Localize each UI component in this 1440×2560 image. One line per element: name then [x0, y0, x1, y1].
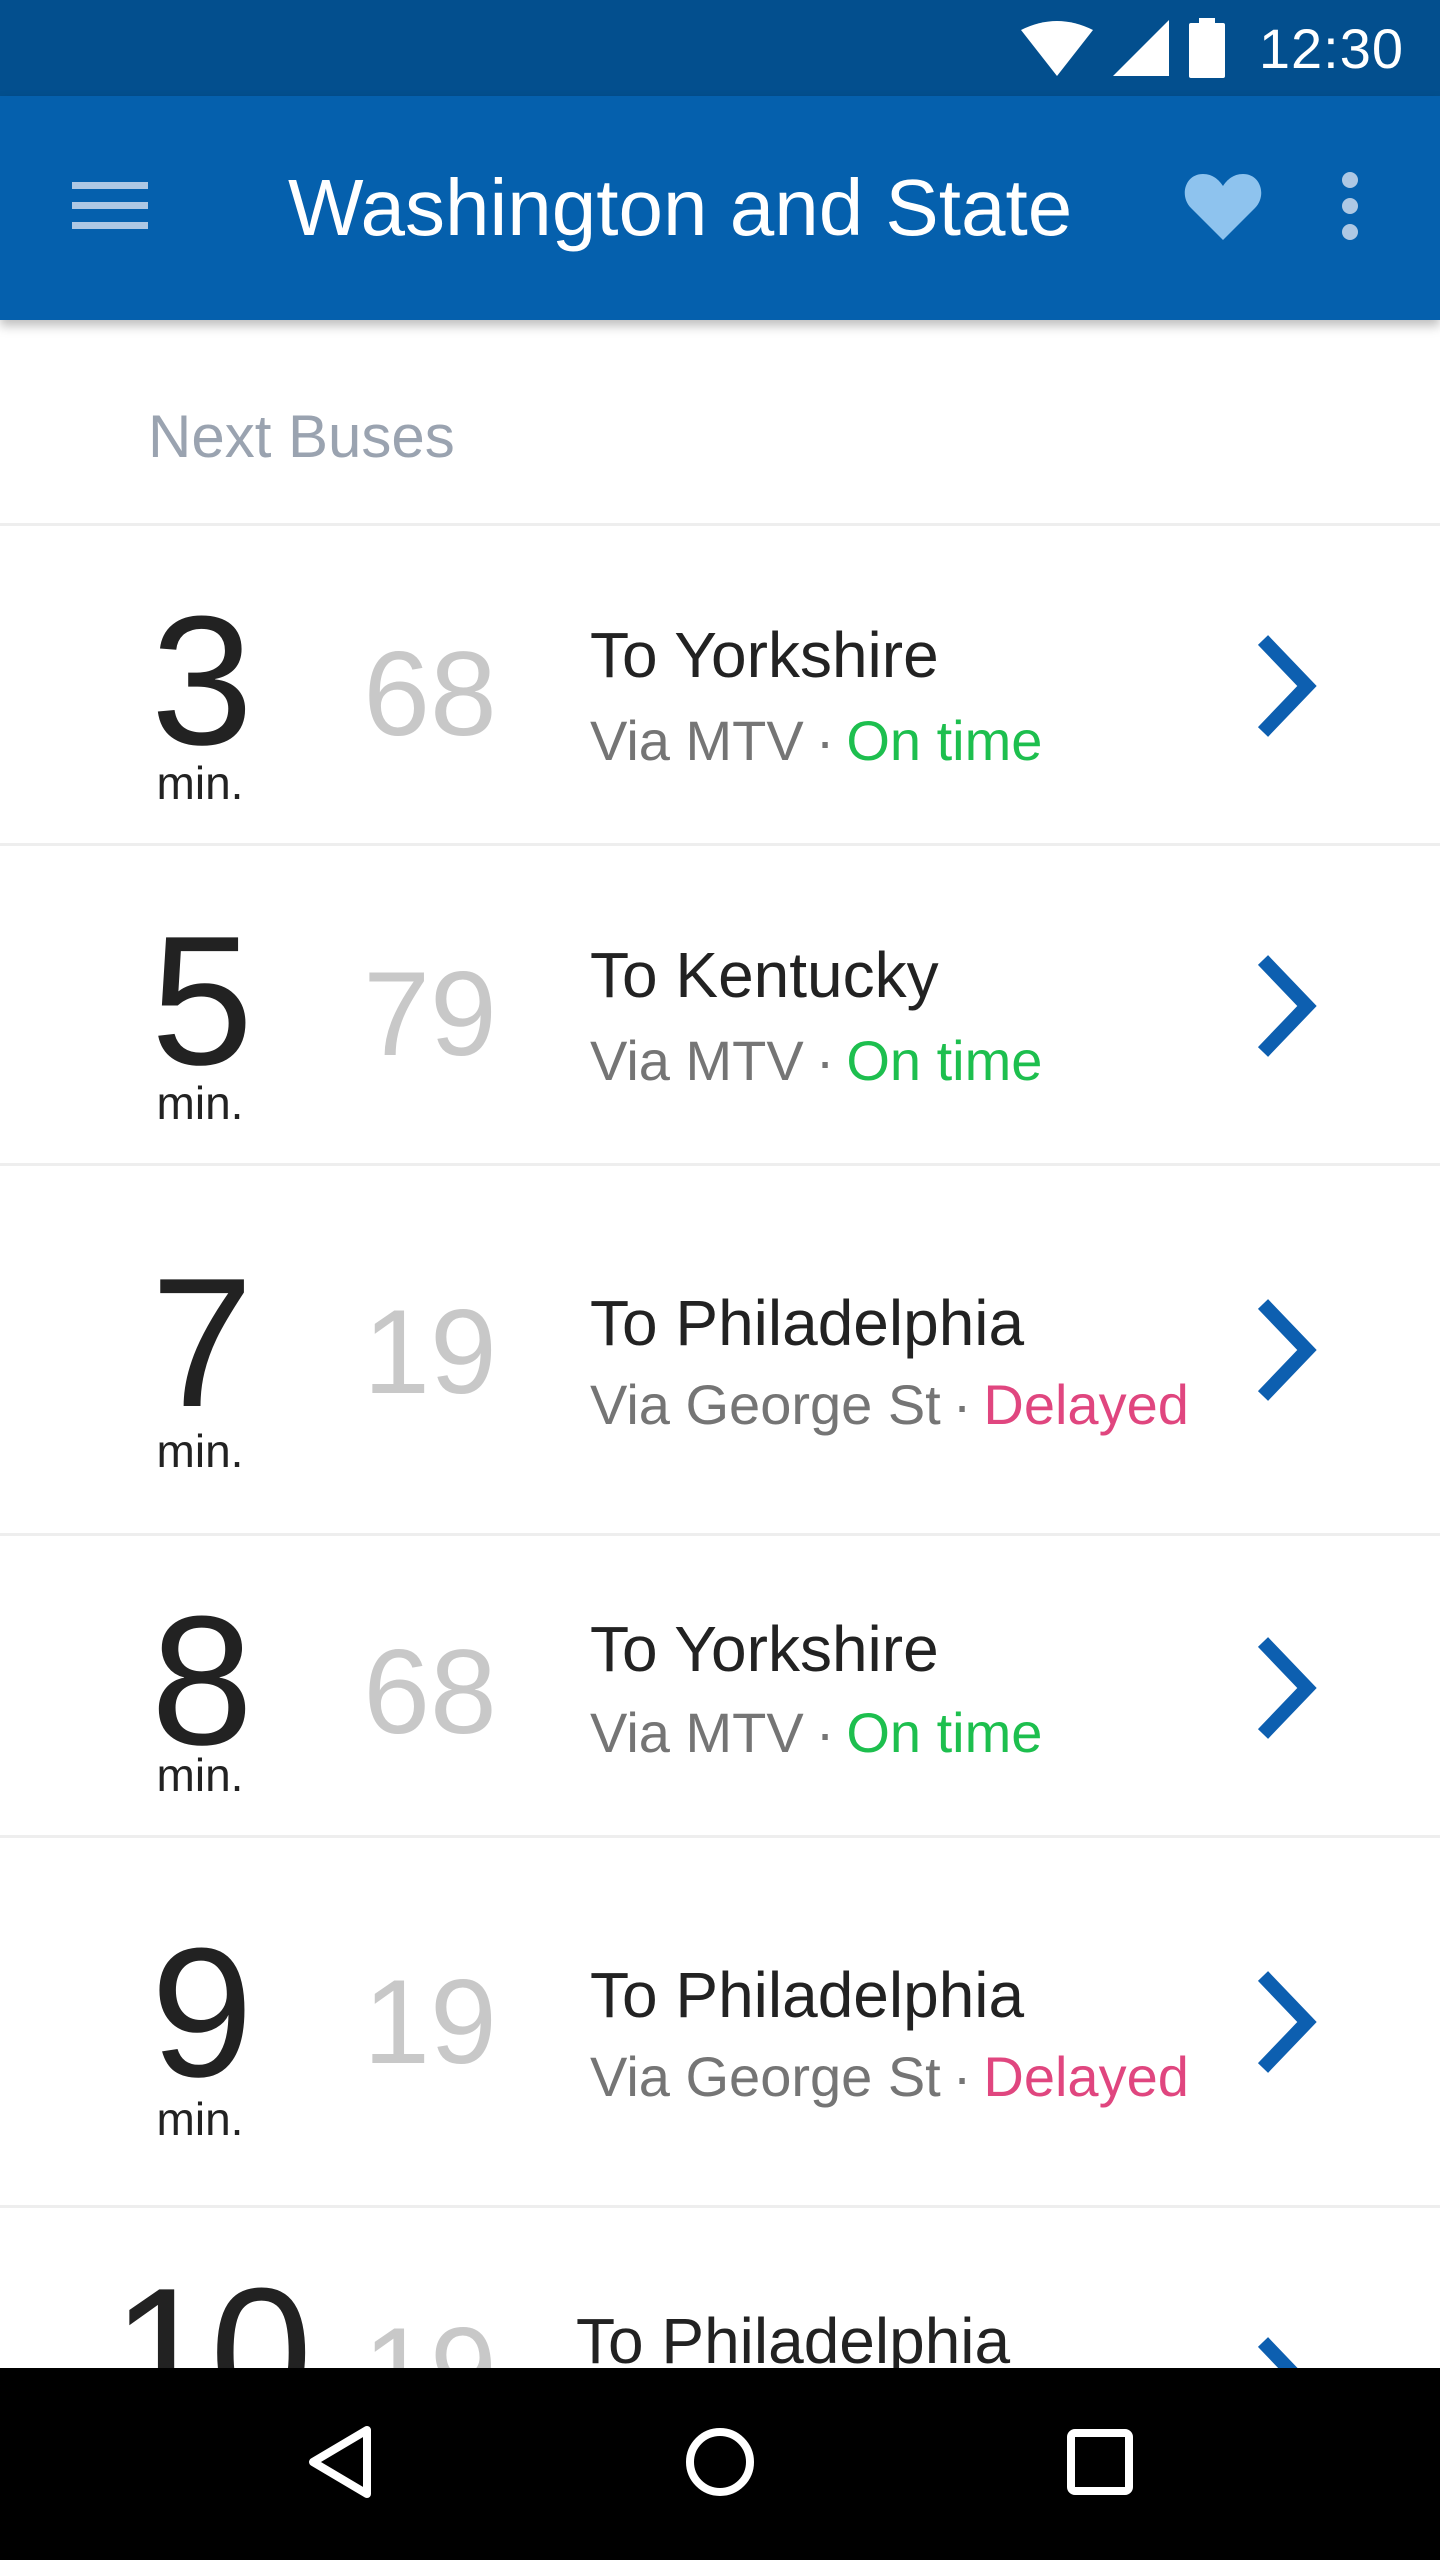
status-label: Delayed	[983, 1373, 1189, 1436]
separator-dot: ·	[815, 709, 835, 772]
route-info: Via MTV · On time	[590, 1028, 1042, 1093]
signal-icon	[1112, 20, 1169, 76]
minutes-unit: min.	[156, 2093, 244, 2145]
back-icon	[305, 2424, 375, 2505]
chevron-right-icon[interactable]	[1240, 626, 1330, 746]
destination: To Philadelphia	[590, 1959, 1025, 2031]
route-info: Via George St · Delayed	[590, 2044, 1189, 2109]
menu-button[interactable]	[60, 158, 160, 258]
route-number: 19	[363, 1285, 497, 1419]
minutes-unit: min.	[156, 757, 244, 809]
via-text: Via George St	[590, 1373, 941, 1436]
bus-row[interactable]: 8 min. 68 To Yorkshire Via MTV · On time	[0, 1536, 1440, 1838]
home-button[interactable]	[660, 2404, 780, 2524]
route-info: Via George St · Delayed	[590, 1372, 1189, 1437]
destination: To Yorkshire	[590, 619, 939, 691]
page-title: Washington and State	[288, 163, 1073, 252]
minutes-unit: min.	[156, 1749, 244, 1801]
arrival-minutes: 3	[150, 577, 253, 783]
separator-dot: ·	[815, 1029, 835, 1092]
route-number: 79	[363, 947, 497, 1081]
separator-dot: ·	[815, 1701, 835, 1764]
bus-arrivals-screen: 12:30 Washington and State Next Buses 3 …	[0, 0, 1440, 2560]
app-bar: Washington and State	[0, 96, 1440, 320]
recents-button[interactable]	[1040, 2404, 1160, 2524]
bus-row[interactable]: 7 min. 19 To Philadelphia Via George St ·…	[0, 1166, 1440, 1536]
destination: To Philadelphia	[576, 2305, 1011, 2377]
status-time: 12:30	[1258, 16, 1404, 80]
home-icon	[684, 2426, 756, 2503]
bus-row[interactable]: 3 min. 68 To Yorkshire Via MTV · On time	[0, 526, 1440, 846]
destination: To Philadelphia	[590, 1287, 1025, 1359]
status-label: Delayed	[983, 2045, 1189, 2108]
route-number: 68	[363, 627, 497, 761]
separator-dot: ·	[952, 2045, 972, 2108]
status-label: On time	[846, 1029, 1043, 1092]
bus-row[interactable]: 5 min. 79 To Kentucky Via MTV · On time	[0, 846, 1440, 1166]
more-vert-icon	[1340, 171, 1360, 245]
arrival-minutes: 7	[150, 1239, 253, 1445]
route-info: Via MTV · On time	[590, 1700, 1042, 1765]
chevron-right-icon[interactable]	[1240, 1290, 1330, 1410]
route-info: Via MTV · On time	[590, 708, 1042, 773]
favorite-button[interactable]	[1168, 158, 1278, 258]
destination: To Kentucky	[590, 939, 939, 1011]
bus-row[interactable]: 9 min. 19 To Philadelphia Via George St ·…	[0, 1838, 1440, 2208]
recents-icon	[1066, 2428, 1134, 2501]
status-label: On time	[846, 1701, 1043, 1764]
battery-icon	[1188, 18, 1225, 78]
minutes-unit: min.	[156, 1077, 244, 1129]
via-text: Via MTV	[590, 1701, 804, 1764]
via-text: Via MTV	[590, 1029, 804, 1092]
system-nav-bar	[0, 2368, 1440, 2560]
more-options-button[interactable]	[1300, 158, 1400, 258]
arrival-minutes: 9	[150, 1909, 253, 2115]
chevron-right-icon[interactable]	[1240, 1628, 1330, 1748]
status-label: On time	[846, 709, 1043, 772]
heart-icon	[1183, 170, 1263, 247]
arrival-minutes: 5	[150, 897, 253, 1103]
via-text: Via MTV	[590, 709, 804, 772]
route-number: 68	[363, 1625, 497, 1759]
destination: To Yorkshire	[590, 1613, 939, 1685]
route-number: 19	[363, 1955, 497, 2089]
menu-icon	[72, 178, 148, 239]
arrival-minutes: 8	[150, 1577, 253, 1783]
minutes-unit: min.	[156, 1425, 244, 1477]
back-button[interactable]	[280, 2404, 400, 2524]
chevron-right-icon[interactable]	[1240, 1962, 1330, 2082]
section-header: Next Buses	[0, 320, 1440, 526]
wifi-icon	[1020, 20, 1093, 76]
status-bar: 12:30	[0, 0, 1440, 96]
chevron-right-icon[interactable]	[1240, 946, 1330, 1066]
via-text: Via George St	[590, 2045, 941, 2108]
separator-dot: ·	[952, 1373, 972, 1436]
section-label: Next Buses	[148, 403, 455, 470]
